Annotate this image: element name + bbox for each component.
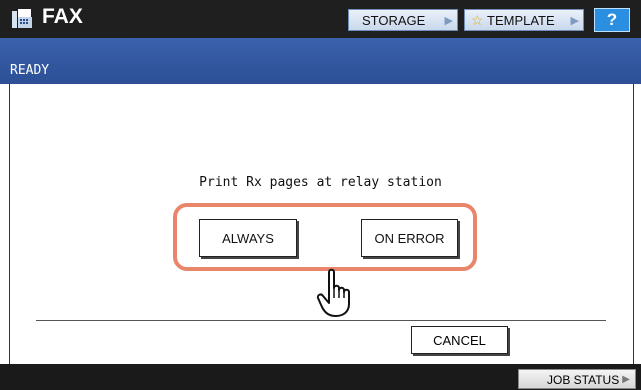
relay-print-prompt: Print Rx pages at relay station [199, 175, 442, 190]
cancel-button[interactable]: CANCEL [411, 326, 508, 354]
template-button-label: TEMPLATE [487, 13, 555, 28]
help-button[interactable]: ? [594, 8, 630, 32]
divider [36, 320, 606, 321]
job-status-label: JOB STATUS [547, 373, 620, 387]
chevron-right-icon: ▶ [444, 15, 453, 27]
fax-icon [12, 9, 32, 28]
storage-button-label: STORAGE [362, 13, 426, 28]
storage-button[interactable]: STORAGE ▶ [348, 9, 458, 31]
always-button[interactable]: ALWAYS [199, 219, 297, 257]
chevron-right-icon: ▶ [622, 374, 630, 385]
star-icon: ☆ [471, 12, 484, 28]
app-title: FAX [42, 5, 83, 28]
on-error-button[interactable]: ON ERROR [361, 219, 458, 257]
title-bar: FAX STORAGE ▶ ☆ TEMPLATE ▶ ? [0, 0, 641, 38]
template-button[interactable]: ☆ TEMPLATE ▶ [464, 9, 584, 31]
status-text: READY [10, 63, 50, 78]
chevron-right-icon: ▶ [570, 15, 579, 27]
status-bar: READY [0, 38, 641, 84]
pointing-hand-icon [316, 268, 350, 317]
job-status-button[interactable]: JOB STATUS ▶ [518, 369, 636, 389]
